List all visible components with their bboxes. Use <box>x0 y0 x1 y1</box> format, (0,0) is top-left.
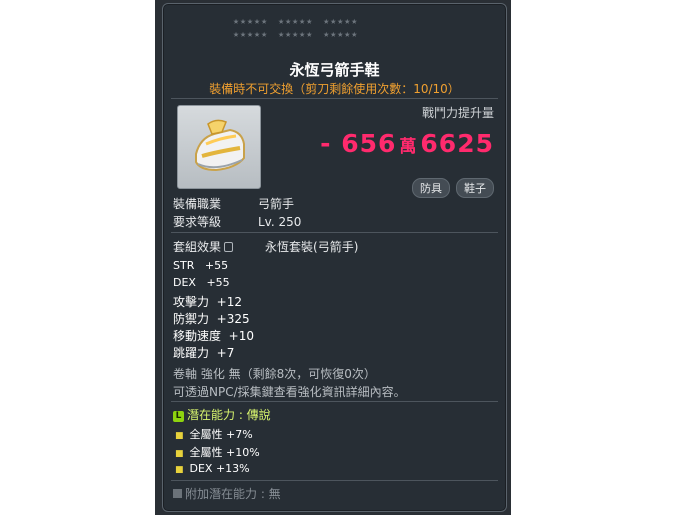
additional-potential-icon <box>173 489 182 498</box>
stat-name: 移動速度 <box>173 329 222 343</box>
bullet-icon: ■ <box>175 465 184 475</box>
job-label: 裝備職業 <box>173 197 222 211</box>
stat-name: 跳躍力 <box>173 346 210 360</box>
divider <box>171 98 498 99</box>
trade-restriction-note: 裝備時不可交換（剪刀剩餘使用次數：10/10） <box>209 82 460 96</box>
potential-header: L 潛在能力 : 傳說 <box>173 406 271 423</box>
star-force-row: ★★★★★ ★★★★★ ★★★★★ ★★★★★ ★★★★★ ★★★★★ <box>233 16 359 40</box>
additional-potential: 附加潛在能力 : 無 <box>173 485 281 502</box>
scroll-upgrade-note: 卷軸 強化 無（剩餘8次，可恢復0次） <box>173 367 376 381</box>
cp-prefix: - <box>320 129 332 158</box>
job-requirement: 裝備職業 弓箭手 <box>173 195 294 212</box>
potential-value: 全屬性 +10% <box>189 446 260 459</box>
stat-value: +7 <box>216 346 235 360</box>
cp-unit: 萬 <box>399 137 418 157</box>
potential-line: ■ 全屬性 +10% <box>175 444 260 460</box>
potential-line: ■ 全屬性 +7% <box>175 426 253 442</box>
stat-name: STR <box>173 259 195 272</box>
potential-line: ■ DEX +13% <box>175 462 250 475</box>
item-icon-frame <box>177 105 261 189</box>
divider <box>171 232 498 233</box>
stat-jump: 跳躍力 +7 <box>173 344 234 361</box>
tag-shoes: 鞋子 <box>456 178 494 198</box>
npc-info-note: 可透過NPC/採集鍵查看強化資訊詳細內容。 <box>173 385 406 399</box>
tag-armor: 防具 <box>412 178 450 198</box>
combat-power-label: 戰鬥力提升量 <box>421 106 494 120</box>
stat-value: +55 <box>204 259 229 272</box>
item-name: 永恆弓箭手鞋 <box>289 61 380 79</box>
stat-value: +12 <box>216 295 242 309</box>
level-label: 要求等級 <box>173 215 222 229</box>
stat-value: +10 <box>228 329 254 343</box>
set-effect-row: 套組效果 永恆套裝(弓箭手) <box>173 238 358 255</box>
cp-rest: 6625 <box>420 129 494 158</box>
stat-dex: DEX +55 <box>173 276 230 289</box>
level-value: Lv. 250 <box>258 215 302 229</box>
additional-potential-label: 附加潛在能力 : 無 <box>185 487 281 501</box>
shoes-icon <box>195 119 245 172</box>
item-tooltip: ★★★★★ ★★★★★ ★★★★★ ★★★★★ ★★★★★ ★★★★★ 永恆弓箭手鞋 裝… <box>162 3 507 512</box>
stat-speed: 移動速度 +10 <box>173 327 254 344</box>
job-value: 弓箭手 <box>258 197 295 211</box>
lock-icon <box>224 242 234 252</box>
stat-value: +325 <box>216 312 250 326</box>
bullet-icon: ■ <box>175 431 184 441</box>
combat-power-value: - 656 萬 6625 <box>320 129 494 158</box>
potential-value: 全屬性 +7% <box>189 428 253 441</box>
stat-defense: 防禦力 +325 <box>173 310 250 327</box>
level-requirement: 要求等級 Lv. 250 <box>173 213 301 230</box>
divider <box>171 480 498 481</box>
cp-big: 656 <box>341 129 397 158</box>
legendary-badge-icon: L <box>173 411 184 422</box>
stat-value: +55 <box>206 276 230 289</box>
stat-attack: 攻擊力 +12 <box>173 293 242 310</box>
set-effect-label: 套組效果 <box>173 240 222 254</box>
set-effect-value: 永恆套裝(弓箭手) <box>265 240 359 254</box>
divider <box>171 401 498 402</box>
stat-name: 防禦力 <box>173 312 210 326</box>
bullet-icon: ■ <box>175 449 184 459</box>
stat-str: STR +55 <box>173 259 228 272</box>
potential-value: DEX +13% <box>189 462 250 475</box>
stat-name: 攻擊力 <box>173 295 210 309</box>
stat-name: DEX <box>173 276 196 289</box>
item-category-tags: 防具 鞋子 <box>412 178 494 198</box>
potential-label: 潛在能力 : 傳說 <box>187 408 271 422</box>
